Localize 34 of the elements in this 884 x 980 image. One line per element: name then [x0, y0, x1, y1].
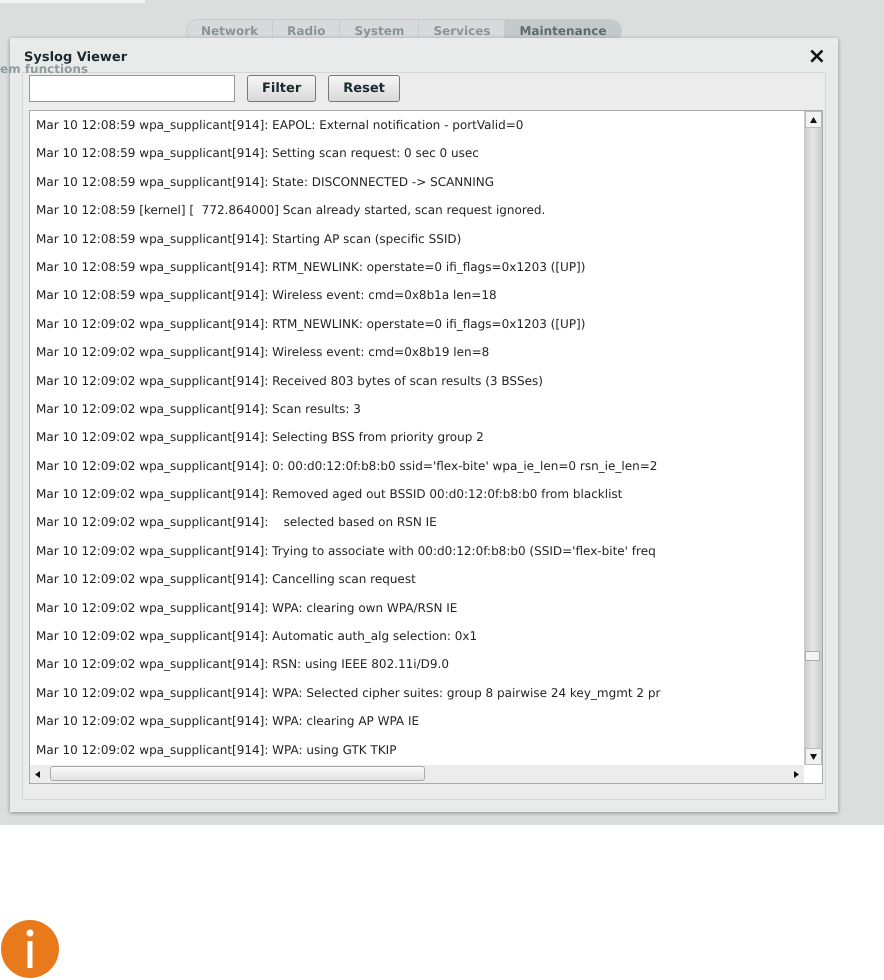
- log-line: Mar 10 12:08:59 wpa_supplicant[914]: RTM_NEWLINK: operstate=0 ifi_flags=0x1203 ([UP]): [36, 258, 586, 276]
- dialog-title: Syslog Viewer: [24, 50, 128, 64]
- log-line: Mar 10 12:09:02 wpa_supplicant[914]: Received 803 bytes of scan results (3 BSSes): [36, 372, 544, 390]
- horizontal-scrollbar[interactable]: [30, 765, 804, 783]
- log-line: Mar 10 12:08:59 [kernel] [ 772.864000] Scan already started, scan request ignored.: [36, 202, 546, 220]
- log-line: Mar 10 12:08:59 wpa_supplicant[914]: Wireless event: cmd=0x8b1a len=18: [36, 287, 498, 304]
- log-line: Mar 10 12:09:02 wpa_supplicant[914]: Trying to associate with 00:d0:12:0f:b8:b0 (SSID='flex-bite' freq: [36, 542, 657, 560]
- log-line: Mar 10 12:09:02 wpa_supplicant[914]: 0: 00:d0:12:0f:b8:b0 ssid='flex-bite' wpa_ie_len=0 rsn_ie_len=2: [36, 458, 658, 475]
- section-heading: em functions: [0, 62, 88, 76]
- scroll-down-icon[interactable]: [804, 748, 822, 765]
- log-line: Mar 10 12:09:02 wpa_supplicant[914]: Scan results: 3: [36, 400, 362, 418]
- log-line: Mar 10 12:09:02 wpa_supplicant[914]: RSN: using IEEE 802.11i/D9.0: [36, 656, 450, 674]
- log-line: Mar 10 12:09:02 wpa_supplicant[914]: RTM_NEWLINK: operstate=0 ifi_flags=0x1203 ([UP]): [36, 316, 586, 333]
- vertical-scrollbar[interactable]: [804, 111, 822, 765]
- log-line: Mar 10 12:08:59 wpa_supplicant[914]: Setting scan request: 0 sec 0 usec: [36, 145, 480, 162]
- close-button[interactable]: ×: [808, 46, 826, 68]
- log-line: Mar 10 12:09:02 wpa_supplicant[914]: Automatic auth_alg selection: 0x1: [36, 628, 478, 646]
- action-button[interactable]: Filter: [247, 75, 316, 102]
- log-line: Mar 10 12:09:02 wpa_supplicant[914]: Cancelling scan request: [36, 571, 417, 588]
- log-line: Mar 10 12:08:59 wpa_supplicant[914]: EAPOL: External notification - portValid=0: [36, 117, 524, 134]
- log-line: Mar 10 12:08:59 wpa_supplicant[914]: State: DISCONNECTED -> SCANNING: [36, 174, 496, 191]
- action-button[interactable]: Reset: [328, 75, 400, 102]
- log-line: Mar 10 12:09:02 wpa_supplicant[914]: Wireless event: cmd=0x8b19 len=8: [36, 344, 490, 362]
- log-line: Mar 10 12:09:02 wpa_supplicant[914]: WPA: using GTK TKIP: [36, 742, 398, 759]
- log-line: Mar 10 12:09:02 wpa_supplicant[914]: WPA: clearing own WPA/RSN IE: [36, 600, 458, 617]
- log-line: Mar 10 12:08:59 wpa_supplicant[914]: Starting AP scan (specific SSID): [36, 230, 462, 248]
- log-line: Mar 10 12:09:02 wpa_supplicant[914]: Removed aged out BSSID 00:d0:12:0f:b8:b0 from blacklist: [36, 486, 624, 504]
- scroll-up-icon[interactable]: [804, 111, 822, 128]
- log-line: Mar 10 12:09:02 wpa_supplicant[914]: WPA: Selected cipher suites: group 8 pairwise 24 key_mgmt 2 pr: [36, 684, 662, 702]
- scrollbar-grip[interactable]: [805, 651, 820, 661]
- log-line: Mar 10 12:09:02 wpa_supplicant[914]: selected based on RSN IE: [36, 514, 438, 532]
- log-line: Mar 10 12:09:02 wpa_supplicant[914]: Selecting BSS from priority group 2: [36, 429, 485, 446]
- log-line: Mar 10 12:09:02 wpa_supplicant[914]: WPA: clearing AP WPA IE: [36, 713, 420, 730]
- filter-field[interactable]: [29, 75, 235, 102]
